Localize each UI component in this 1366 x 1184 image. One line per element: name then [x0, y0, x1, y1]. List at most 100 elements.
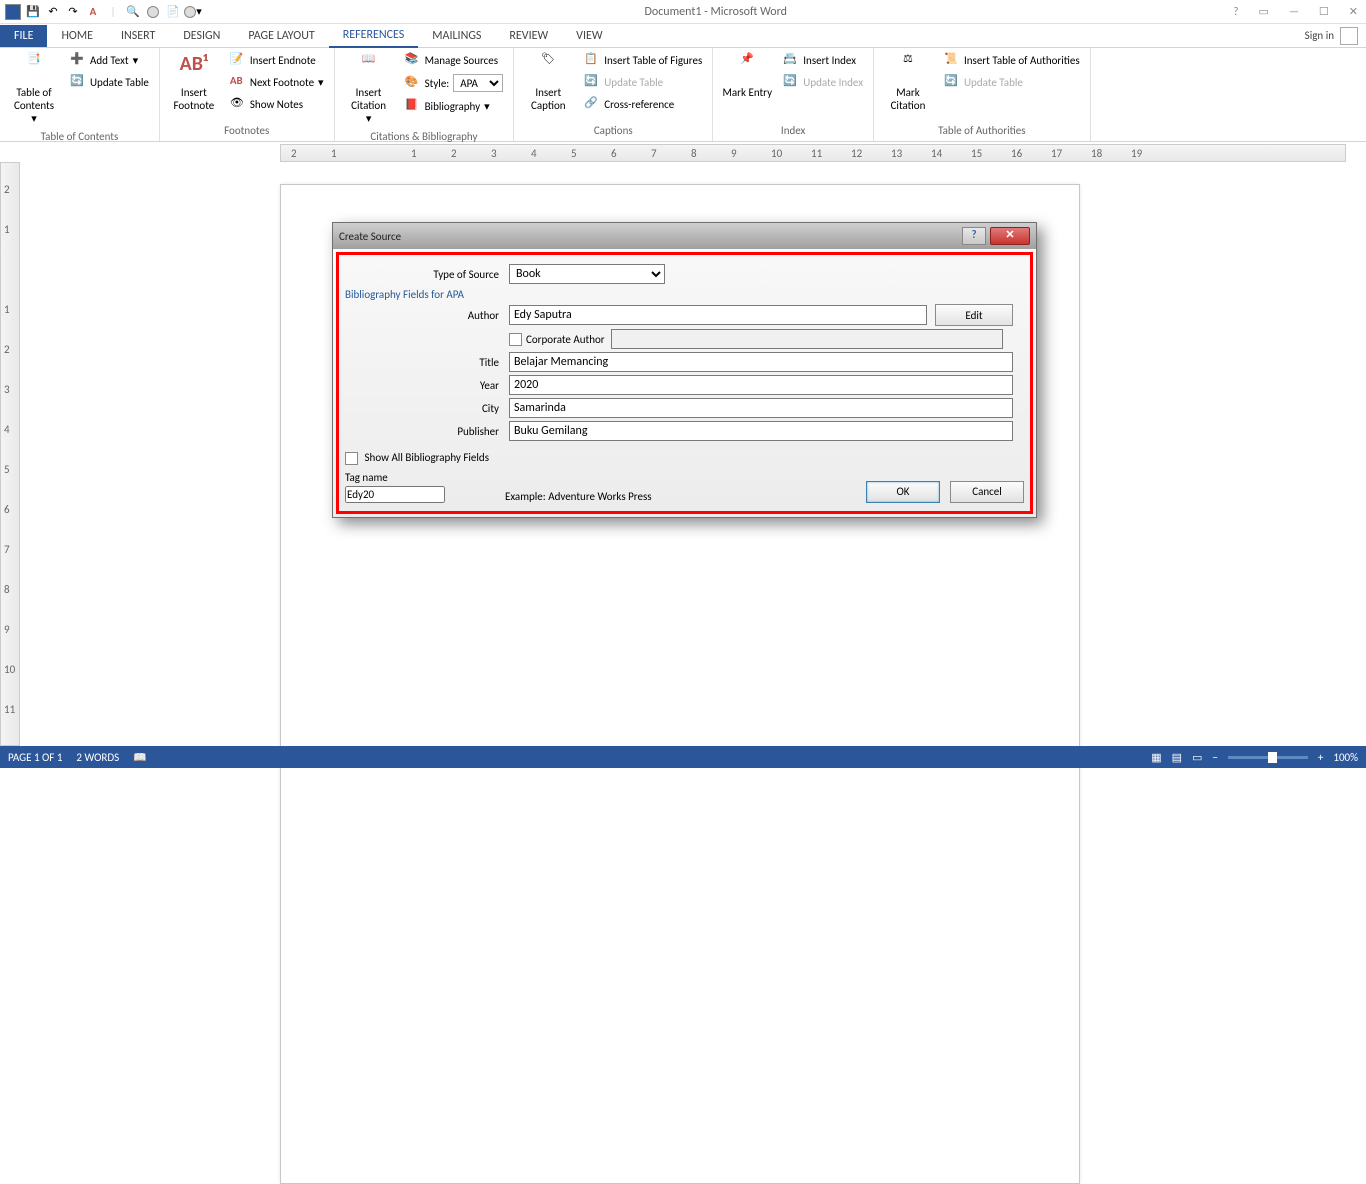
type-label: Type of Source	[345, 268, 509, 281]
insert-footnote-button[interactable]: AB¹Insert Footnote	[166, 50, 222, 114]
idx-label: Mark Entry	[722, 86, 772, 99]
cit-label: Insert Citation	[343, 86, 395, 112]
cancel-button[interactable]: Cancel	[950, 481, 1024, 503]
type-select[interactable]: Book	[509, 264, 665, 284]
example-text: Example: Adventure Works Press	[505, 490, 652, 503]
tab-design[interactable]: DESIGN	[169, 25, 234, 47]
group-footnotes: Footnotes	[166, 122, 328, 139]
zoom-value[interactable]: 100%	[1333, 751, 1358, 764]
tab-home[interactable]: HOME	[47, 25, 107, 47]
ok-button[interactable]: OK	[866, 481, 940, 503]
corporate-label: Corporate Author	[526, 333, 605, 346]
tab-references[interactable]: REFERENCES	[329, 24, 419, 48]
dialog-help-button[interactable]: ?	[962, 227, 986, 245]
view-print-icon[interactable]: ▦	[1151, 751, 1161, 764]
view-web-icon[interactable]: ▭	[1192, 751, 1202, 764]
insert-toa-button[interactable]: 📜Insert Table of Authorities	[940, 50, 1084, 70]
tab-file[interactable]: FILE	[0, 25, 47, 47]
close-icon[interactable]: ✕	[1345, 5, 1362, 18]
tab-insert[interactable]: INSERT	[107, 25, 169, 47]
vertical-ruler[interactable]: 211234567891011	[0, 162, 20, 746]
tag-input[interactable]	[345, 486, 445, 503]
status-words[interactable]: 2 WORDS	[76, 751, 119, 764]
add-text-button[interactable]: ➕Add Text▾	[66, 50, 153, 70]
style-select[interactable]: APA	[453, 74, 503, 92]
font-icon[interactable]: A	[84, 3, 102, 21]
title-input[interactable]	[509, 352, 1013, 372]
tab-page-layout[interactable]: PAGE LAYOUT	[234, 25, 328, 47]
section-label: Bibliography Fields for APA	[345, 288, 1024, 301]
insert-index-button[interactable]: 📇Insert Index	[779, 50, 867, 70]
fn-label: Insert Footnote	[168, 86, 220, 112]
maximize-icon[interactable]: ☐	[1315, 5, 1333, 18]
author-label: Author	[345, 309, 509, 322]
horizontal-ruler[interactable]: 2112345678910111213141516171819	[280, 144, 1346, 162]
group-captions: Captions	[520, 122, 706, 139]
tag-label: Tag name	[345, 471, 445, 484]
insert-endnote-button[interactable]: 📝Insert Endnote	[226, 50, 328, 70]
doc-icon[interactable]: 📄	[164, 3, 182, 21]
undo-icon[interactable]: ↶	[44, 3, 62, 21]
mark-citation-button[interactable]: ⚖Mark Citation	[880, 50, 936, 114]
window-title: Document1 - Microsoft Word	[202, 5, 1229, 19]
dialog-close-button[interactable]: ✕	[990, 227, 1030, 245]
help-icon[interactable]: ?	[1229, 5, 1242, 18]
create-source-dialog: Create Source ? ✕ Type of Source Book Bi…	[332, 222, 1037, 518]
circle2-icon[interactable]: ▾	[184, 3, 202, 21]
insert-tof-button[interactable]: 📋Insert Table of Figures	[580, 50, 706, 70]
publisher-input[interactable]	[509, 421, 1013, 441]
proofing-icon[interactable]: 📖	[133, 751, 147, 764]
signin-link[interactable]: Sign in	[1305, 29, 1334, 42]
update-toc-button[interactable]: 🔄Update Table	[66, 72, 153, 92]
save-icon[interactable]: 💾	[24, 3, 42, 21]
zoom-out-button[interactable]: −	[1212, 751, 1217, 764]
group-toa: Table of Authorities	[880, 122, 1084, 139]
year-label: Year	[345, 379, 509, 392]
update-toa-button[interactable]: 🔄Update Table	[940, 72, 1084, 92]
showall-checkbox[interactable]	[345, 452, 358, 465]
insert-caption-button[interactable]: 🏷Insert Caption	[520, 50, 576, 114]
title-label: Title	[345, 356, 509, 369]
author-input[interactable]	[509, 305, 927, 325]
publisher-label: Publisher	[345, 425, 509, 438]
show-notes-button[interactable]: 👁Show Notes	[226, 94, 328, 114]
update-index-button[interactable]: 🔄Update Index	[779, 72, 867, 92]
group-citations: Citations & Bibliography	[341, 128, 508, 145]
tab-mailings[interactable]: MAILINGS	[418, 25, 495, 47]
status-page[interactable]: PAGE 1 OF 1	[8, 751, 62, 764]
manage-sources-button[interactable]: 📚Manage Sources	[401, 50, 508, 70]
zoom-slider[interactable]	[1228, 756, 1308, 759]
showall-label: Show All Bibliography Fields	[365, 451, 490, 464]
toc-button[interactable]: 📑Table of Contents▾	[6, 50, 62, 128]
cross-reference-button[interactable]: 🔗Cross-reference	[580, 94, 706, 114]
year-input[interactable]	[509, 375, 1013, 395]
tab-view[interactable]: VIEW	[562, 25, 616, 47]
ribbon-options-icon[interactable]: ▭	[1255, 5, 1273, 18]
next-footnote-button[interactable]: ABNext Footnote▾	[226, 72, 328, 92]
mark-entry-button[interactable]: 📌Mark Entry	[719, 50, 775, 101]
corporate-checkbox[interactable]	[509, 333, 522, 346]
sep-icon: |	[104, 3, 122, 21]
update-tof-button[interactable]: 🔄Update Table	[580, 72, 706, 92]
avatar-icon[interactable]	[1340, 27, 1358, 45]
group-index: Index	[719, 122, 867, 139]
tab-review[interactable]: REVIEW	[495, 25, 562, 47]
cap-label: Insert Caption	[522, 86, 574, 112]
corporate-input	[611, 329, 1003, 349]
minimize-icon[interactable]: —	[1285, 5, 1303, 18]
dialog-title: Create Source	[339, 230, 962, 243]
word-icon[interactable]	[4, 3, 22, 21]
toc-label: Table of Contents	[8, 86, 60, 112]
city-input[interactable]	[509, 398, 1013, 418]
city-label: City	[345, 402, 509, 415]
redo-icon[interactable]: ↷	[64, 3, 82, 21]
view-read-icon[interactable]: ▤	[1172, 751, 1182, 764]
bibliography-button[interactable]: 📕Bibliography▾	[401, 96, 508, 116]
style-row: 🎨Style: APA	[401, 72, 508, 94]
insert-citation-button[interactable]: 📖Insert Citation▾	[341, 50, 397, 128]
zoom-in-button[interactable]: +	[1318, 751, 1323, 764]
edit-author-button[interactable]: Edit	[935, 304, 1013, 326]
toa-label: Mark Citation	[882, 86, 934, 112]
preview-icon[interactable]: 🔍	[124, 3, 142, 21]
circle1-icon[interactable]	[144, 3, 162, 21]
